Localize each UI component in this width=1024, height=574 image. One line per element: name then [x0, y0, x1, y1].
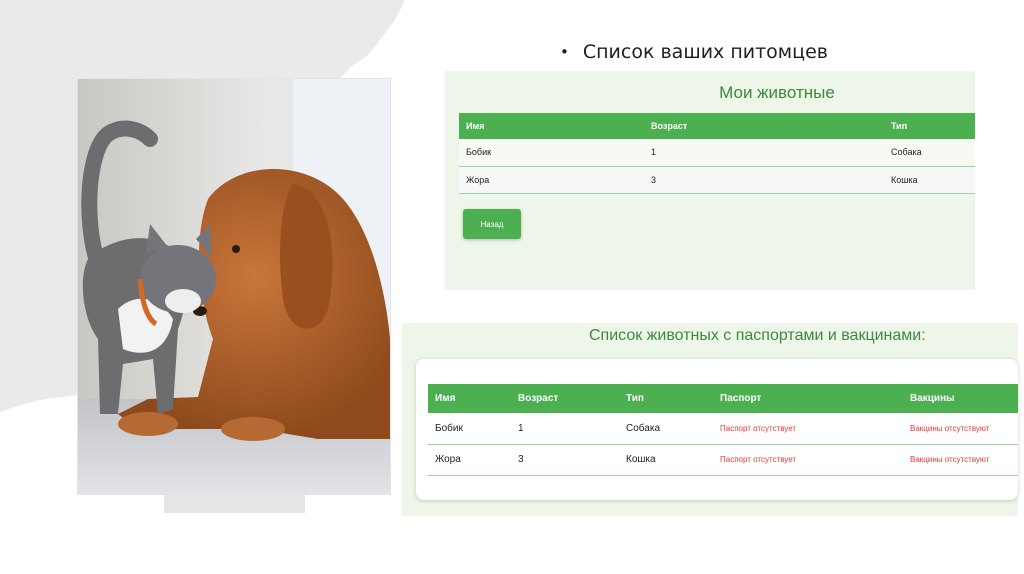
column-header-type: Тип — [884, 113, 975, 139]
cell-vaccines: Вакцины отсутствуют — [903, 444, 1018, 476]
slide-title: • Список ваших питомцев — [560, 41, 828, 63]
table-row: Жора 3 Кошка — [459, 166, 975, 194]
passports-table: Имя Возраст Тип Паспорт Вакцины Бобик 1 … — [428, 384, 1018, 476]
cell-type: Кошка — [884, 166, 975, 194]
my-animals-panel: Мои животные Имя Возраст Тип Бобик 1 Соб… — [445, 71, 975, 290]
table-row: Жора 3 Кошка Паспорт отсутствует Вакцины… — [428, 444, 1018, 476]
cell-name: Жора — [459, 166, 644, 194]
passports-title: Список животных с паспортами и вакцинами… — [589, 327, 926, 344]
cell-name: Бобик — [428, 413, 511, 445]
column-header-name: Имя — [428, 384, 511, 413]
table-row: Бобик 1 Собака — [459, 139, 975, 167]
cell-type: Кошка — [619, 444, 713, 476]
column-header-passport: Паспорт — [713, 384, 903, 413]
cell-type: Собака — [884, 139, 975, 167]
cell-passport: Паспорт отсутствует — [713, 444, 903, 476]
cell-type: Собака — [619, 413, 713, 445]
back-button[interactable]: Назад — [463, 209, 521, 239]
column-header-type: Тип — [619, 384, 713, 413]
cell-name: Бобик — [459, 139, 644, 167]
slide-title-text: Список ваших питомцев — [582, 41, 828, 63]
table-row: Бобик 1 Собака Паспорт отсутствует Вакци… — [428, 413, 1018, 445]
cell-passport: Паспорт отсутствует — [713, 413, 903, 445]
column-header-age: Возраст — [644, 113, 884, 139]
cell-vaccines: Вакцины отсутствуют — [903, 413, 1018, 445]
my-animals-title: Мои животные — [719, 83, 835, 102]
column-header-age: Возраст — [511, 384, 619, 413]
column-header-vaccines: Вакцины — [903, 384, 1018, 413]
passports-panel: Список животных с паспортами и вакцинами… — [402, 323, 1018, 516]
passports-card: Имя Возраст Тип Паспорт Вакцины Бобик 1 … — [416, 359, 1018, 500]
my-animals-table: Имя Возраст Тип Бобик 1 Собака Жора 3 Ко… — [459, 113, 975, 194]
photo-shadow — [164, 495, 305, 513]
slide: • Список ваших питомцев Мои животные Имя… — [0, 0, 1024, 574]
cat-and-dog-photo — [77, 78, 391, 495]
bullet-icon: • — [560, 43, 569, 61]
cell-age: 3 — [511, 444, 619, 476]
cell-age: 3 — [644, 166, 884, 194]
table-header-row: Имя Возраст Тип — [459, 113, 975, 139]
cell-name: Жора — [428, 444, 511, 476]
cell-age: 1 — [644, 139, 884, 167]
cell-age: 1 — [511, 413, 619, 445]
column-header-name: Имя — [459, 113, 644, 139]
table-header-row: Имя Возраст Тип Паспорт Вакцины — [428, 384, 1018, 413]
